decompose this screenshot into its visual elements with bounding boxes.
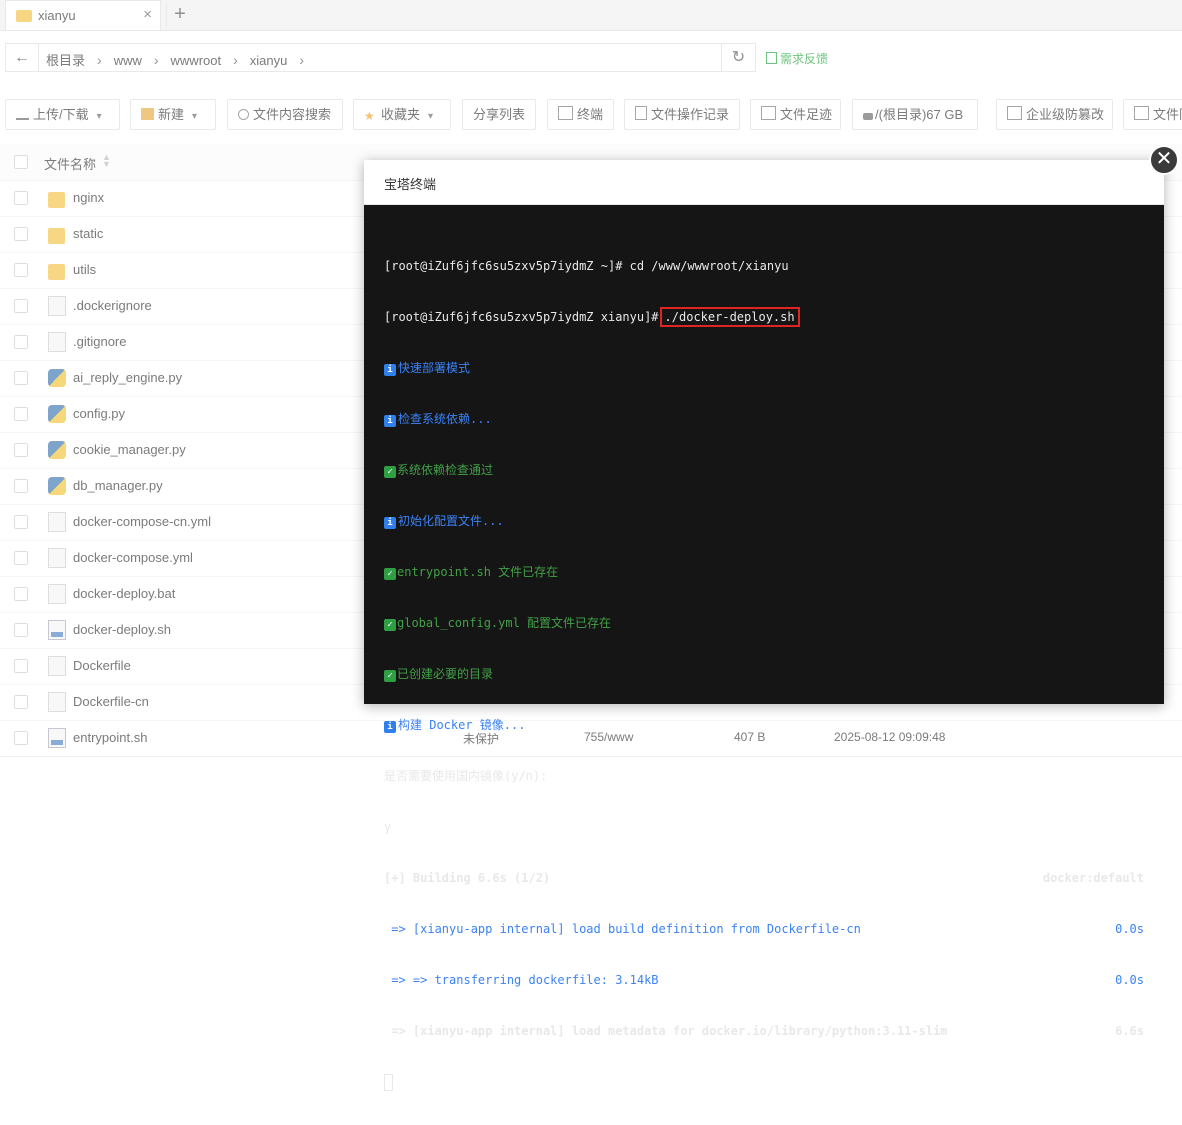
modal-title: 宝塔终端: [384, 177, 437, 192]
terminal-line: [root@iZuf6jfc6su5zxv5p7iydmZ ~]# cd /ww…: [384, 259, 789, 273]
terminal-text-right: 0.0s: [1115, 973, 1144, 987]
terminal-line: => => transferring dockerfile: 3.14kB 0.0…: [384, 972, 1144, 989]
terminal-text: 系统依赖检查通过: [397, 463, 494, 477]
terminal-line: ✓ entrypoint.sh 文件已存在: [384, 564, 1144, 581]
terminal-text: => => transferring dockerfile: 3.14kB: [384, 973, 659, 987]
modal-header: 宝塔终端: [364, 160, 1164, 205]
terminal-text: 构建 Docker 镜像...: [398, 718, 526, 732]
terminal-text: 快速部署模式: [398, 361, 471, 375]
terminal-line: ✓ 已创建必要的目录: [384, 666, 1144, 683]
check-icon: ✓: [384, 619, 396, 631]
terminal-line: => [xianyu-app internal] load build defi…: [384, 921, 1144, 938]
terminal-line: ✓ 系统依赖检查通过: [384, 462, 1144, 479]
terminal-line: i 初始化配置文件...: [384, 513, 1144, 530]
highlighted-command: ./docker-deploy.sh: [659, 307, 800, 327]
terminal-line: 是否需要使用国内镜像(y/n):: [384, 769, 548, 783]
terminal-line: => [xianyu-app internal] load metadata f…: [384, 1023, 1144, 1040]
terminal-cursor: [384, 1074, 393, 1091]
terminal-line: i 构建 Docker 镜像...: [384, 717, 1144, 734]
terminal-output[interactable]: [root@iZuf6jfc6su5zxv5p7iydmZ ~]# cd /ww…: [384, 224, 1144, 1125]
terminal-modal: 宝塔终端 [root@iZuf6jfc6su5zxv5p7iydmZ ~]# c…: [364, 160, 1164, 1091]
check-icon: ✓: [384, 466, 396, 478]
info-icon: i: [384, 517, 396, 529]
terminal-line: [+] Building 6.6s (1/2) docker:default: [384, 870, 1144, 887]
terminal-line: [384, 1074, 1144, 1091]
terminal-text-right: docker:default: [1042, 871, 1144, 885]
terminal-text: 初始化配置文件...: [398, 514, 504, 528]
terminal-text: 检查系统依赖...: [398, 412, 492, 426]
shell-prompt: [root@iZuf6jfc6su5zxv5p7iydmZ xianyu]#: [384, 310, 659, 324]
terminal-text: => [xianyu-app internal] load build defi…: [384, 922, 861, 936]
info-icon: i: [384, 364, 396, 376]
terminal-line: ✓ global_config.yml 配置文件已存在: [384, 615, 1144, 632]
terminal-text: entrypoint.sh 文件已存在: [397, 565, 559, 579]
check-icon: ✓: [384, 670, 396, 682]
terminal-text: 已创建必要的目录: [397, 667, 494, 681]
terminal-text-right: 6.6s: [1115, 1024, 1144, 1038]
terminal-line: i 快速部署模式: [384, 360, 1144, 377]
terminal-line: [root@iZuf6jfc6su5zxv5p7iydmZ xianyu]# ./…: [384, 307, 1144, 327]
terminal-line: i 检查系统依赖...: [384, 411, 1144, 428]
terminal-text: => [xianyu-app internal] load metadata f…: [384, 1024, 948, 1038]
terminal-line: y: [384, 820, 392, 834]
close-modal-button[interactable]: ✕: [1149, 145, 1179, 175]
check-icon: ✓: [384, 568, 396, 580]
terminal-text-right: 0.0s: [1115, 922, 1144, 936]
info-icon: i: [384, 721, 396, 733]
info-icon: i: [384, 415, 396, 427]
terminal-text: [+] Building 6.6s (1/2): [384, 871, 551, 885]
terminal-text: global_config.yml 配置文件已存在: [397, 616, 612, 630]
